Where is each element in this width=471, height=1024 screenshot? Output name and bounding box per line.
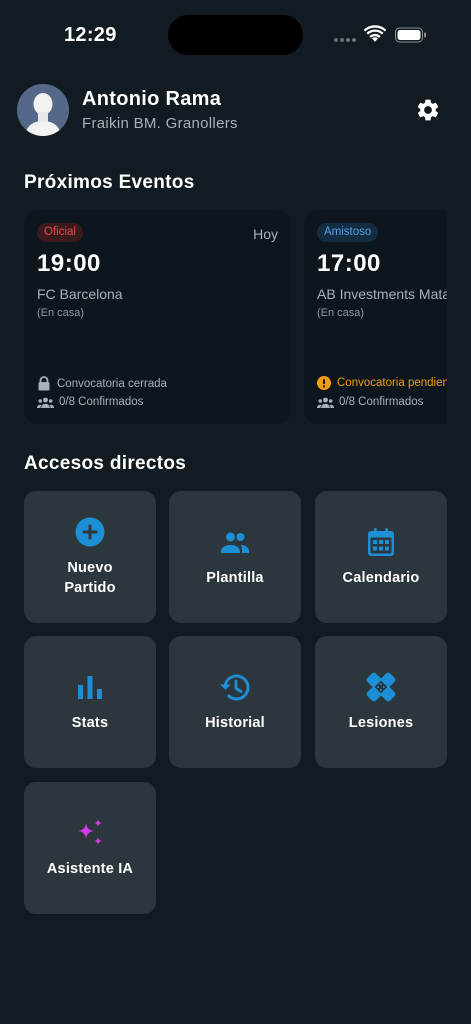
history-icon: [220, 674, 250, 701]
shortcut-stats[interactable]: Stats: [24, 636, 156, 768]
event-venue: (En casa): [317, 307, 365, 319]
shortcut-label: Nuevo Partido: [64, 560, 116, 596]
shortcut-ai-assistant[interactable]: Asistente IA: [24, 782, 156, 914]
convocation-status-label: Convocatoria pendiente: [337, 377, 447, 389]
shortcuts-section-title: Accesos directos: [24, 453, 187, 474]
shortcut-calendar[interactable]: Calendario: [315, 491, 447, 623]
shortcut-label: Calendario: [342, 570, 420, 586]
shortcut-label: Asistente IA: [46, 861, 134, 877]
event-time: 17:00: [317, 250, 381, 277]
convocation-status: Convocatoria cerrada: [37, 376, 167, 391]
lock-icon: [38, 376, 50, 391]
confirmed-count-label: 0/8 Confirmados: [59, 396, 144, 408]
match-type-badge: Oficial: [37, 223, 83, 242]
status-time: 12:29: [64, 24, 117, 46]
user-silhouette-icon: [17, 84, 69, 136]
sparkles-icon: [78, 819, 102, 845]
event-time: 19:00: [37, 250, 101, 277]
bandage-icon: [366, 672, 396, 702]
gear-icon[interactable]: [415, 97, 441, 123]
user-name: Antonio Rama: [82, 88, 222, 110]
warning-icon: [317, 376, 331, 390]
shortcut-label: Stats: [71, 715, 109, 731]
shortcut-history[interactable]: Historial: [169, 636, 301, 768]
battery-icon: [395, 27, 426, 43]
convocation-status: Convocatoria pendiente: [317, 376, 447, 390]
plus-circle-icon: [75, 517, 105, 547]
event-venue: (En casa): [37, 307, 85, 319]
match-type-badge: Amistoso: [317, 223, 379, 242]
convocation-status-label: Convocatoria cerrada: [57, 377, 167, 390]
dynamic-island: [168, 15, 303, 55]
status-bar: 12:29: [0, 0, 471, 70]
group-icon: [37, 397, 54, 408]
shortcut-label: Historial: [205, 715, 265, 731]
shortcut-roster[interactable]: Plantilla: [169, 491, 301, 623]
people-icon: [221, 532, 249, 553]
group-icon: [317, 397, 334, 408]
shortcut-new-match[interactable]: Nuevo Partido: [24, 491, 156, 623]
event-opponent: AB Investments Mataró: [317, 286, 447, 302]
event-card[interactable]: Amistoso 17:00 AB Investments Mataró (En…: [304, 210, 447, 424]
team-name: Fraikin BM. Granollers: [82, 115, 238, 132]
events-carousel[interactable]: Oficial Hoy 19:00 FC Barcelona (En casa)…: [24, 210, 447, 424]
confirmed-count: 0/8 Confirmados: [37, 396, 143, 408]
shortcut-injuries[interactable]: Lesiones: [315, 636, 447, 768]
bar-chart-icon: [78, 676, 102, 699]
signal-icon: [334, 38, 356, 42]
shortcut-label: Plantilla: [206, 570, 264, 586]
wifi-icon: [364, 25, 386, 42]
confirmed-count: 0/8 Confirmados: [317, 396, 423, 408]
calendar-icon: [368, 528, 394, 556]
events-section-title: Próximos Eventos: [24, 172, 195, 193]
event-card[interactable]: Oficial Hoy 19:00 FC Barcelona (En casa)…: [24, 210, 291, 424]
event-day: Hoy: [253, 226, 278, 242]
confirmed-count-label: 0/8 Confirmados: [339, 396, 424, 408]
shortcut-label: Lesiones: [348, 715, 414, 731]
event-opponent: FC Barcelona: [37, 286, 123, 302]
avatar[interactable]: [17, 84, 69, 136]
